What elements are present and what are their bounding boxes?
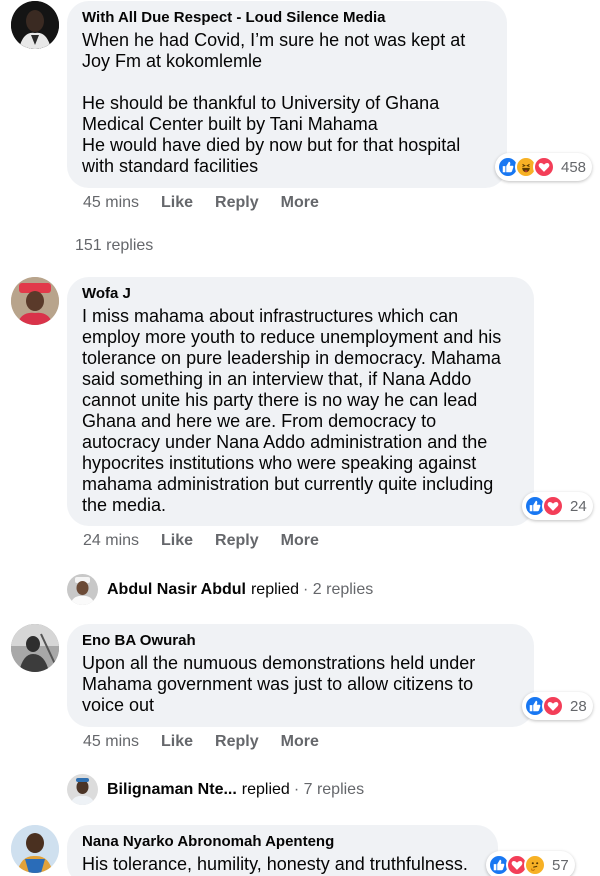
reply-count[interactable]: · 2 replies: [303, 581, 373, 599]
comment-time[interactable]: 24 mins: [83, 532, 139, 550]
comment-time[interactable]: 45 mins: [83, 194, 139, 212]
avatar: [67, 774, 98, 805]
avatar[interactable]: [11, 1, 59, 49]
reply-summary[interactable]: Abdul Nasir Abdul replied · 2 replies: [67, 574, 373, 605]
more-button[interactable]: More: [281, 532, 319, 550]
reaction-summary[interactable]: 458: [495, 153, 593, 181]
comment-text: Upon all the numuous demonstrations held…: [82, 653, 476, 715]
comment-time[interactable]: 45 mins: [83, 733, 139, 751]
reply-verb: replied: [241, 780, 290, 798]
reply-author[interactable]: Abdul Nasir Abdul: [107, 581, 246, 599]
comment-text: His tolerance, humility, honesty and tru…: [82, 854, 468, 874]
comment-author[interactable]: With All Due Respect - Loud Silence Medi…: [82, 9, 492, 27]
comment-text: When he had Covid, I’m sure he not was k…: [82, 30, 466, 176]
comment-actions: 45 mins Like Reply More: [83, 733, 341, 751]
reply-count[interactable]: · 7 replies: [294, 781, 364, 799]
reaction-count: 57: [552, 856, 569, 874]
comment-bubble: Nana Nyarko Abronomah Apenteng His toler…: [67, 825, 498, 876]
reply-verb: replied: [250, 580, 299, 598]
comment-text: I miss mahama about infrastructures whic…: [82, 306, 502, 515]
view-replies-link[interactable]: 151 replies: [75, 237, 153, 255]
like-button[interactable]: Like: [161, 733, 193, 751]
reaction-count: 24: [570, 497, 587, 515]
comment-author[interactable]: Nana Nyarko Abronomah Apenteng: [82, 833, 483, 851]
comment-bubble: Eno BA Owurah Upon all the numuous demon…: [67, 624, 534, 727]
comment-actions: 45 mins Like Reply More: [83, 194, 341, 212]
more-button[interactable]: More: [281, 194, 319, 212]
comment-author[interactable]: Eno BA Owurah: [82, 632, 519, 650]
reaction-summary[interactable]: 57: [486, 851, 575, 876]
avatar[interactable]: [11, 624, 59, 672]
reply-button[interactable]: Reply: [215, 194, 259, 212]
heart-icon: [533, 156, 555, 178]
thinking-face-icon: [524, 854, 546, 876]
like-button[interactable]: Like: [161, 532, 193, 550]
reply-summary[interactable]: Bilignaman Nte... replied · 7 replies: [67, 774, 364, 805]
avatar[interactable]: [11, 825, 59, 873]
reply-button[interactable]: Reply: [215, 733, 259, 751]
comment-bubble: With All Due Respect - Loud Silence Medi…: [67, 1, 507, 188]
reaction-summary[interactable]: 28: [522, 692, 593, 720]
reaction-summary[interactable]: 24: [522, 492, 593, 520]
reply-author[interactable]: Bilignaman Nte...: [107, 781, 237, 799]
reaction-count: 28: [570, 697, 587, 715]
avatar[interactable]: [11, 277, 59, 325]
avatar: [67, 574, 98, 605]
comment-actions: 24 mins Like Reply More: [83, 532, 341, 550]
like-button[interactable]: Like: [161, 194, 193, 212]
heart-icon: [542, 495, 564, 517]
more-button[interactable]: More: [281, 733, 319, 751]
reply-button[interactable]: Reply: [215, 532, 259, 550]
comment-author[interactable]: Wofa J: [82, 285, 519, 303]
reaction-count: 458: [561, 158, 587, 176]
comment-bubble: Wofa J I miss mahama about infrastructur…: [67, 277, 534, 526]
heart-icon: [542, 695, 564, 717]
